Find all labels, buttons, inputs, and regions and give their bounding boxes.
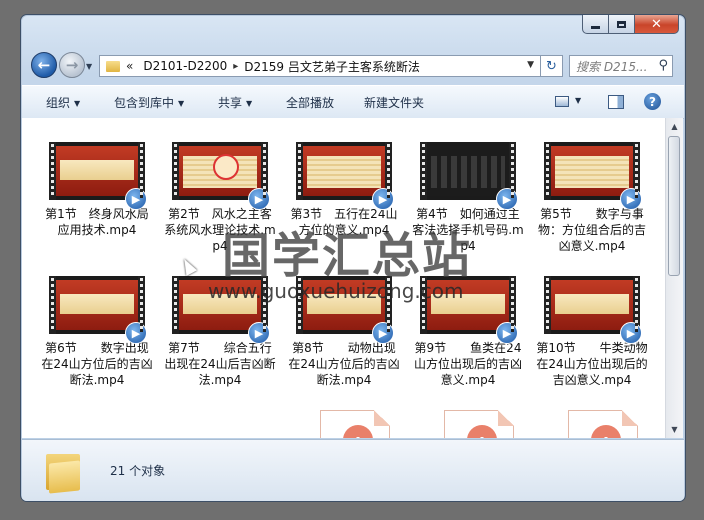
close-button[interactable]: ✕ [635,15,679,34]
scrollbar-thumb[interactable] [668,136,680,276]
chevron-down-icon: ▼ [178,99,185,108]
new-folder-button[interactable]: 新建文件夹 [364,94,424,111]
details-pane: 21 个对象 [22,439,684,501]
scroll-up-icon[interactable]: ▲ [666,118,683,135]
recent-pages-dropdown[interactable]: ▼ [86,62,92,71]
help-icon[interactable]: ? [644,93,661,110]
view-options-dropdown-icon[interactable]: ▼ [575,96,581,105]
organize-label: 组织 [46,96,71,110]
scroll-down-icon[interactable]: ▼ [666,421,683,438]
file-name: 第5节 数字与事物：方位组合后的吉凶意义.mp4 [537,207,646,253]
video-thumbnail: ▶ [172,142,270,210]
film-reel-icon [343,425,373,438]
minimize-icon [591,25,600,29]
search-input[interactable]: 搜索 D215... [576,58,647,75]
file-name: 第1节 终身风水局应用技术.mp4 [45,207,149,237]
file-name: 第6节 数字出现在24山方位后的吉凶断法.mp4 [41,341,153,387]
media-player-badge-icon: ▶ [620,188,642,210]
address-bar[interactable]: « D2101-D2200 ▸ D2159 吕文艺弟子主客系统断法 ▼ [99,55,541,77]
chevron-down-icon: ▼ [74,99,81,108]
refresh-icon: ↻ [546,58,557,74]
item-count: 21 个对象 [110,464,166,478]
film-reel-icon [467,425,497,438]
breadcrumb-item-current[interactable]: D2159 吕文艺弟子主客系统断法 [244,58,420,75]
file-item[interactable]: ▶ 第6节 数字出现在24山方位后的吉凶断法.mp4 [41,276,153,388]
file-item[interactable]: ▶ 第5节 数字与事物：方位组合后的吉凶意义.mp4 [536,142,648,254]
media-player-badge-icon: ▶ [125,322,147,344]
minimize-button[interactable] [582,15,609,34]
media-player-badge-icon: ▶ [372,322,394,344]
video-file-icon[interactable] [320,410,390,438]
video-thumbnail: ▶ [420,142,518,210]
video-thumbnail: ▶ [49,276,147,344]
media-player-badge-icon: ▶ [248,188,270,210]
file-item[interactable]: ▶ 第1节 终身风水局应用技术.mp4 [41,142,153,238]
video-thumbnail: ▶ [544,276,642,344]
chevron-down-icon: ▼ [246,99,253,108]
video-thumbnail: ▶ [544,142,642,210]
share-menu[interactable]: 共享 ▼ [218,94,252,111]
video-file-icon[interactable] [444,410,514,438]
video-thumbnail: ▶ [49,142,147,210]
folder-icon [106,60,120,72]
media-player-badge-icon: ▶ [620,322,642,344]
breadcrumb-item-parent[interactable]: D2101-D2200 [143,59,227,73]
breadcrumb-separator-icon[interactable]: ▸ [233,61,238,72]
file-name: 第9节 鱼类在24山方位出现后的吉凶意义.mp4 [413,341,522,387]
command-bar: 组织 ▼ 包含到库中 ▼ 共享 ▼ 全部播放 新建文件夹 ▼ ? [22,85,684,119]
breadcrumb-overflow[interactable]: « [126,59,133,73]
close-icon: ✕ [651,16,662,32]
back-arrow-icon: ← [37,56,51,74]
preview-pane-icon[interactable] [608,95,624,109]
vertical-scrollbar[interactable]: ▲ ▼ [665,118,683,438]
change-view-icon[interactable] [555,96,569,107]
watermark-title: 国学汇总站 [222,228,473,284]
media-player-badge-icon: ▶ [496,322,518,344]
media-player-badge-icon: ▶ [125,188,147,210]
media-player-badge-icon: ▶ [496,188,518,210]
file-name: 第8节 动物出现在24山方位后的吉凶断法.mp4 [288,341,400,387]
address-dropdown-icon[interactable]: ▼ [527,60,534,70]
maximize-button[interactable] [609,15,635,34]
include-in-library-menu[interactable]: 包含到库中 ▼ [114,94,184,111]
refresh-button[interactable]: ↻ [541,55,563,77]
search-box[interactable]: 搜索 D215... ⚲ [569,55,673,77]
file-item[interactable]: ▶ 第10节 牛类动物在24山方位出现后的吉凶意义.mp4 [536,276,648,388]
maximize-icon [617,20,626,28]
film-reel-icon [591,425,621,438]
video-thumbnail: ▶ [296,142,394,210]
search-icon[interactable]: ⚲ [658,58,668,73]
forward-arrow-icon: → [65,56,79,74]
share-label: 共享 [218,96,243,110]
file-name: 第10节 牛类动物在24山方位出现后的吉凶意义.mp4 [536,341,648,387]
organize-menu[interactable]: 组织 ▼ [46,94,80,111]
caption-buttons: ✕ [582,15,679,34]
play-all-button[interactable]: 全部播放 [286,94,334,111]
forward-button[interactable]: → [59,52,85,78]
file-name: 第7节 综合五行出现在24山后吉凶断法.mp4 [164,341,276,387]
media-player-badge-icon: ▶ [372,188,394,210]
include-library-label: 包含到库中 [114,96,175,110]
folder-icon [46,452,80,494]
media-player-badge-icon: ▶ [248,322,270,344]
back-button[interactable]: ← [31,52,57,78]
video-file-icon[interactable] [568,410,638,438]
watermark-url: www.guoxuehuizong.com [208,279,464,303]
